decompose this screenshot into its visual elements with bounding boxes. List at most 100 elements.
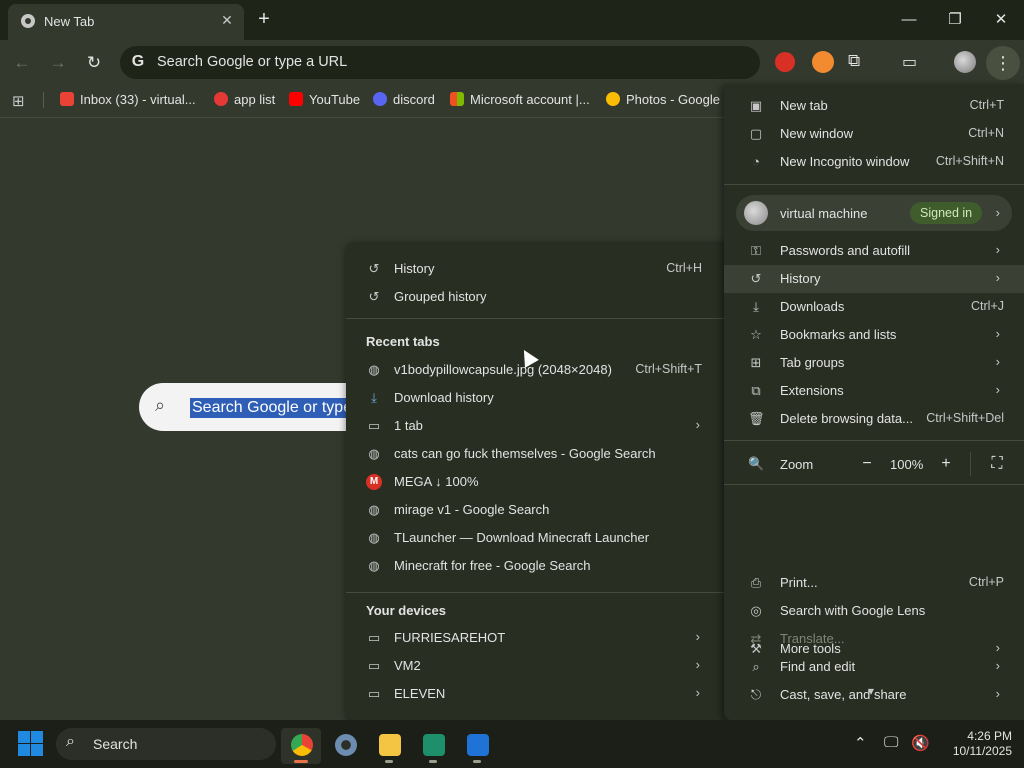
tab-close-icon[interactable]: ✕ [218,11,236,29]
profile-avatar[interactable] [954,51,976,73]
chrome-main-menu: ▣ New tab Ctrl+T ▢ New window Ctrl+N ◔ N… [724,84,1024,720]
recent-tab-shortcut: Ctrl+Shift+T [635,362,702,376]
menu-item-bookmarks-lists[interactable]: ☆ Bookmarks and lists › [724,321,1024,349]
extensions-puzzle-icon[interactable]: ⧉ [848,51,860,71]
tab-groups-icon: ⊞ [750,355,762,370]
tray-chevron-icon[interactable]: ⌃ [854,734,867,752]
address-bar[interactable]: G Search Google or type a URL [120,46,760,79]
fullscreen-icon[interactable]: ⛶ [985,452,1009,476]
puzzle-icon: ⧉ [751,383,761,398]
globe-icon: ◍ [368,558,380,573]
recent-window-item[interactable]: ▭ 1 tab › [346,412,724,440]
menu-item-label: Bookmarks and lists [780,327,897,342]
bookmark-item[interactable]: Inbox (33) - virtual... [60,91,196,109]
device-label: FURRIESAREHOT [394,630,506,645]
back-arrow-icon[interactable]: ← [9,50,35,76]
submenu-item-history[interactable]: ↺ History Ctrl+H [346,255,724,283]
apps-grid-icon[interactable]: ⊞ [12,92,25,110]
bookmark-item[interactable]: Photos - Google P [606,91,724,109]
menu-item-print[interactable]: ⎙ Print... Ctrl+P [724,569,1024,597]
globe-icon: ◍ [368,530,380,545]
forward-arrow-icon[interactable]: → [45,50,71,76]
menu-item-new-incognito-window[interactable]: ◔ New Incognito window Ctrl+Shift+N [724,148,1024,176]
taskbar-search[interactable]: ⌕ Search [56,728,276,760]
volume-muted-icon[interactable]: 🔇 [911,734,930,752]
lens-icon: ◎ [750,603,762,618]
zoom-out-button[interactable]: − [855,452,879,476]
submenu-divider [346,592,724,593]
network-icon[interactable]: 🖵 [884,734,898,751]
menu-item-more-tools-clip [724,709,1024,720]
reload-icon[interactable]: ↻ [81,50,107,76]
bookmark-item[interactable]: Microsoft account |... [450,91,590,109]
download-history-item[interactable]: ⤓ Download history [346,384,724,412]
menu-item-google-lens[interactable]: ◎ Search with Google Lens [724,597,1024,625]
profile-row[interactable]: virtual machine Signed in › [736,195,1012,231]
device-item[interactable]: ▭ FURRIESAREHOT › [346,624,724,652]
menu-item-label: Extensions [780,383,844,398]
signed-in-badge: Signed in [910,202,983,224]
taskbar-app-blue[interactable] [457,728,497,764]
recent-tab-item[interactable]: ◍ cats can go fuck themselves - Google S… [346,440,724,468]
new-window-icon: ▢ [749,126,763,141]
zoom-icon: 🔍 [748,456,765,471]
bookmark-item[interactable]: YouTube [289,91,360,109]
taskbar-clock[interactable]: 4:26 PM 10/11/2025 [942,729,1012,759]
submenu-item-grouped-history[interactable]: ↺ Grouped history [346,283,724,311]
menu-kebab-icon[interactable]: ⋮ [986,46,1020,80]
device-item[interactable]: ▭ ELEVEN › [346,680,724,708]
address-bar-placeholder: Search Google or type a URL [157,54,348,70]
new-tab-button[interactable]: + [252,8,276,32]
close-window-button[interactable]: ✕ [986,8,1016,32]
taskbar-settings[interactable] [325,728,365,764]
minimize-button[interactable]: — [894,8,924,32]
new-tab-icon: ▣ [749,98,763,113]
extension-orange-icon[interactable] [812,51,834,73]
menu-item-passwords-autofill[interactable]: ⚿ Passwords and autofill › [724,237,1024,265]
menu-item-downloads[interactable]: ⤓ Downloads Ctrl+J [724,293,1024,321]
bookmark-label: app list [234,92,276,107]
menu-item-label: History [780,271,821,286]
menu-item-new-tab[interactable]: ▣ New tab Ctrl+T [724,92,1024,120]
tab-new-tab[interactable]: New Tab ✕ [8,4,244,40]
taskbar-chrome[interactable] [281,728,321,764]
clock-date: 10/11/2025 [952,744,1012,758]
chevron-right-icon: › [995,270,1000,285]
zoom-in-button[interactable]: + [934,452,958,476]
menu-item-shortcut: Ctrl+Shift+N [935,154,1004,168]
chevron-right-icon: › [995,242,1000,257]
maximize-button[interactable]: ❐ [940,8,970,32]
menu-item-history[interactable]: ↺ History › [724,265,1024,293]
menu-item-delete-browsing-data[interactable]: 🗑 Delete browsing data... Ctrl+Shift+Del [724,405,1024,433]
taskbar-app-x[interactable] [413,728,453,764]
profile-name: virtual machine [780,206,868,221]
extension-red-icon[interactable] [775,52,795,72]
menu-item-tab-groups[interactable]: ⊞ Tab groups › [724,349,1024,377]
menu-item-new-window[interactable]: ▢ New window Ctrl+N [724,120,1024,148]
recent-tab-label: mirage v1 - Google Search [394,502,550,517]
running-indicator [429,760,437,763]
chrome-tab-icon [21,14,35,28]
scroll-down-icon[interactable]: ▾ [868,684,874,698]
profile-avatar [744,201,768,225]
recent-tab-item[interactable]: ◍ TLauncher — Download Minecraft Launche… [346,524,724,552]
menu-item-shortcut: Ctrl+Shift+Del [926,411,1004,425]
menu-item-more-tools[interactable]: ⚒ More tools › [724,635,1024,663]
windows-start-icon[interactable] [18,731,44,757]
laptop-icon: ▭ [367,686,381,701]
bookmark-item[interactable]: app list [214,91,275,109]
cast-icon[interactable]: ▭ [902,52,917,72]
taskbar-file-explorer[interactable] [369,728,409,764]
clock-time: 4:26 PM [967,729,1012,743]
device-item[interactable]: ▭ VM2 › [346,652,724,680]
recent-tab-item[interactable]: ◍ mirage v1 - Google Search [346,496,724,524]
bookmark-item[interactable]: discord [373,91,435,109]
globe-icon: ◍ [368,362,380,377]
history-submenu: ↺ History Ctrl+H ↺ Grouped history Recen… [346,242,724,720]
recent-tab-item[interactable]: ◍ Minecraft for free - Google Search [346,552,724,580]
key-icon: ⚿ [751,243,761,258]
chevron-right-icon: › [695,657,700,672]
menu-divider [724,184,1024,185]
menu-item-extensions[interactable]: ⧉ Extensions › [724,377,1024,405]
recent-tab-item[interactable]: M MEGA ↓ 100% [346,468,724,496]
